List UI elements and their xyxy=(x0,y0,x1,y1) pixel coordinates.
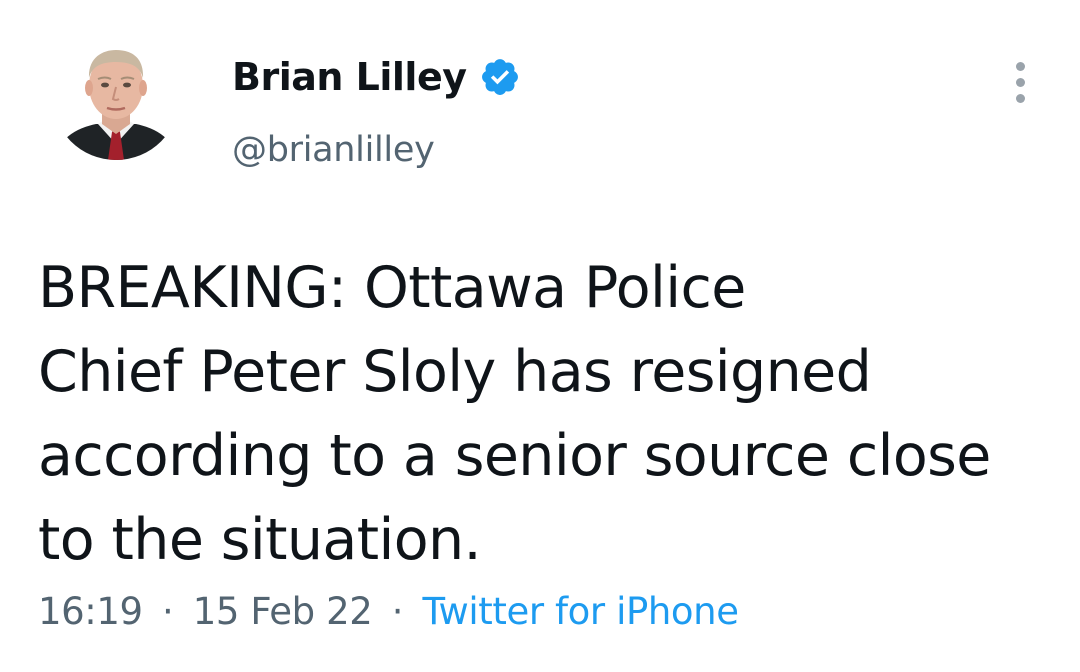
author-handle[interactable]: @brianlilley xyxy=(232,128,435,172)
tweet-body: BREAKING: Ottawa Police Chief Peter Slol… xyxy=(38,246,1068,582)
tweet-card: Brian Lilley @brianlilley BREAKING: Otta… xyxy=(0,0,1080,672)
profile-photo xyxy=(52,32,180,160)
more-vertical-icon-dot xyxy=(1015,93,1025,103)
author-avatar[interactable] xyxy=(52,32,180,160)
tweet-time[interactable]: 16:19 xyxy=(38,590,143,633)
tweet-meta: 16:19 · 15 Feb 22 · Twitter for iPhone xyxy=(38,588,739,636)
meta-separator: · xyxy=(391,590,404,633)
author-display-name: Brian Lilley xyxy=(232,55,467,99)
tweet-body-line: according to a senior source close xyxy=(38,423,991,489)
meta-separator: · xyxy=(162,590,174,633)
tweet-body-line: Chief Peter Sloly has resigned xyxy=(38,339,872,405)
tweet-date[interactable]: 15 Feb 22 xyxy=(193,590,373,633)
author-name-row[interactable]: Brian Lilley xyxy=(232,54,521,100)
tweet-source-link[interactable]: Twitter for iPhone xyxy=(422,590,739,633)
tweet-body-line: to the situation. xyxy=(38,507,482,573)
more-vertical-icon xyxy=(1015,61,1025,71)
more-vertical-icon-dot xyxy=(1015,77,1025,87)
verified-badge-icon xyxy=(479,56,521,98)
tweet-body-line: BREAKING: Ottawa Police xyxy=(38,255,746,321)
more-options-button[interactable] xyxy=(998,56,1042,108)
